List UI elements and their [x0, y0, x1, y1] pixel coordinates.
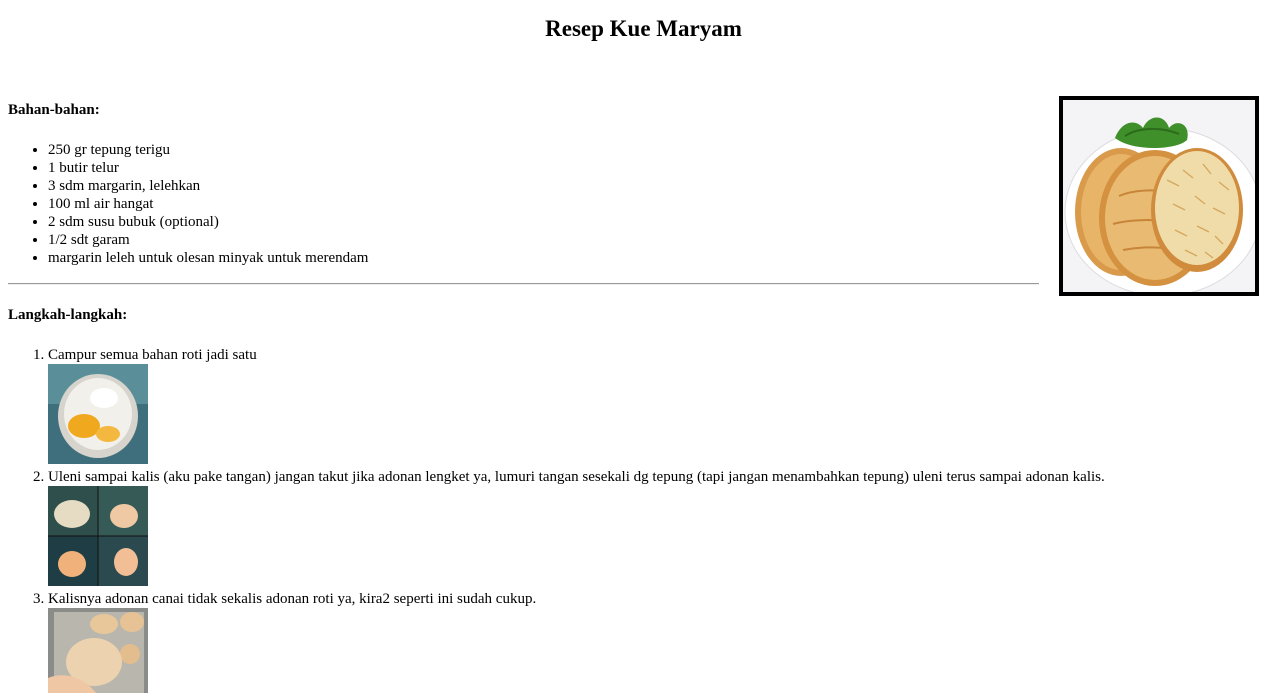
step-list: Campur semua bahan roti jadi satu Uleni … [8, 346, 1281, 693]
ingredient-list: 250 gr tepung terigu 1 butir telur 3 sdm… [8, 141, 368, 267]
list-item: 1 butir telur [48, 159, 368, 177]
step-3-photo [48, 608, 148, 693]
list-item: 1/2 sdt garam [48, 231, 368, 249]
ingredients-heading: Bahan-bahan: [8, 102, 100, 118]
section-divider [8, 283, 1039, 285]
step-text: Uleni sampai kalis (aku pake tangan) jan… [48, 469, 1105, 485]
list-item: margarin leleh untuk olesan minyak untuk… [48, 249, 368, 267]
page-title: Resep Kue Maryam [545, 16, 742, 41]
list-item: 3 sdm margarin, lelehkan [48, 177, 368, 195]
step-1-photo [48, 364, 148, 464]
kue-maryam-photo [1059, 96, 1259, 296]
step-item: Kalisnya adonan canai tidak sekalis adon… [48, 590, 1281, 693]
step-item: Campur semua bahan roti jadi satu [48, 346, 1281, 464]
list-item: 250 gr tepung terigu [48, 141, 368, 159]
step-2-photo [48, 486, 148, 586]
list-item: 100 ml air hangat [48, 195, 368, 213]
steps-heading: Langkah-langkah: [8, 307, 128, 323]
step-item: Uleni sampai kalis (aku pake tangan) jan… [48, 468, 1281, 586]
step-text: Kalisnya adonan canai tidak sekalis adon… [48, 591, 537, 607]
step-text: Campur semua bahan roti jadi satu [48, 347, 257, 363]
list-item: 2 sdm susu bubuk (optional) [48, 213, 368, 231]
